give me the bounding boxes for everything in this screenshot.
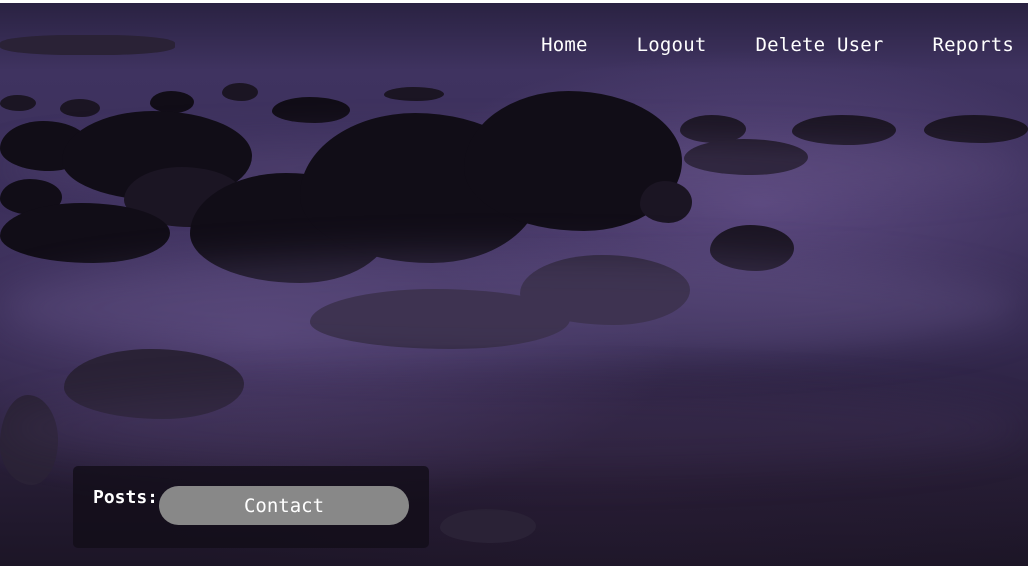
rock bbox=[150, 91, 194, 113]
rock bbox=[60, 99, 100, 117]
nav-delete-user-link[interactable]: Delete User bbox=[755, 34, 883, 56]
distant-rock bbox=[0, 35, 175, 55]
rock bbox=[222, 83, 258, 101]
contact-button[interactable]: Contact bbox=[159, 486, 409, 525]
rock bbox=[272, 97, 350, 123]
rock bbox=[640, 181, 692, 223]
rock bbox=[924, 115, 1028, 143]
posts-panel: Posts: Contact bbox=[73, 466, 429, 548]
posts-label: Posts: bbox=[93, 487, 159, 508]
fog-layer bbox=[0, 383, 1028, 473]
rock bbox=[0, 95, 36, 111]
rock bbox=[384, 87, 444, 101]
nav-logout-link[interactable]: Logout bbox=[637, 34, 707, 56]
nav-reports-link[interactable]: Reports bbox=[933, 34, 1014, 56]
nav-home-link[interactable]: Home bbox=[541, 34, 588, 56]
rock bbox=[0, 203, 170, 263]
top-nav: Home Logout Delete User Reports bbox=[492, 34, 1014, 56]
rock bbox=[440, 509, 536, 543]
fog-layer bbox=[0, 253, 1028, 363]
rock bbox=[792, 115, 896, 145]
